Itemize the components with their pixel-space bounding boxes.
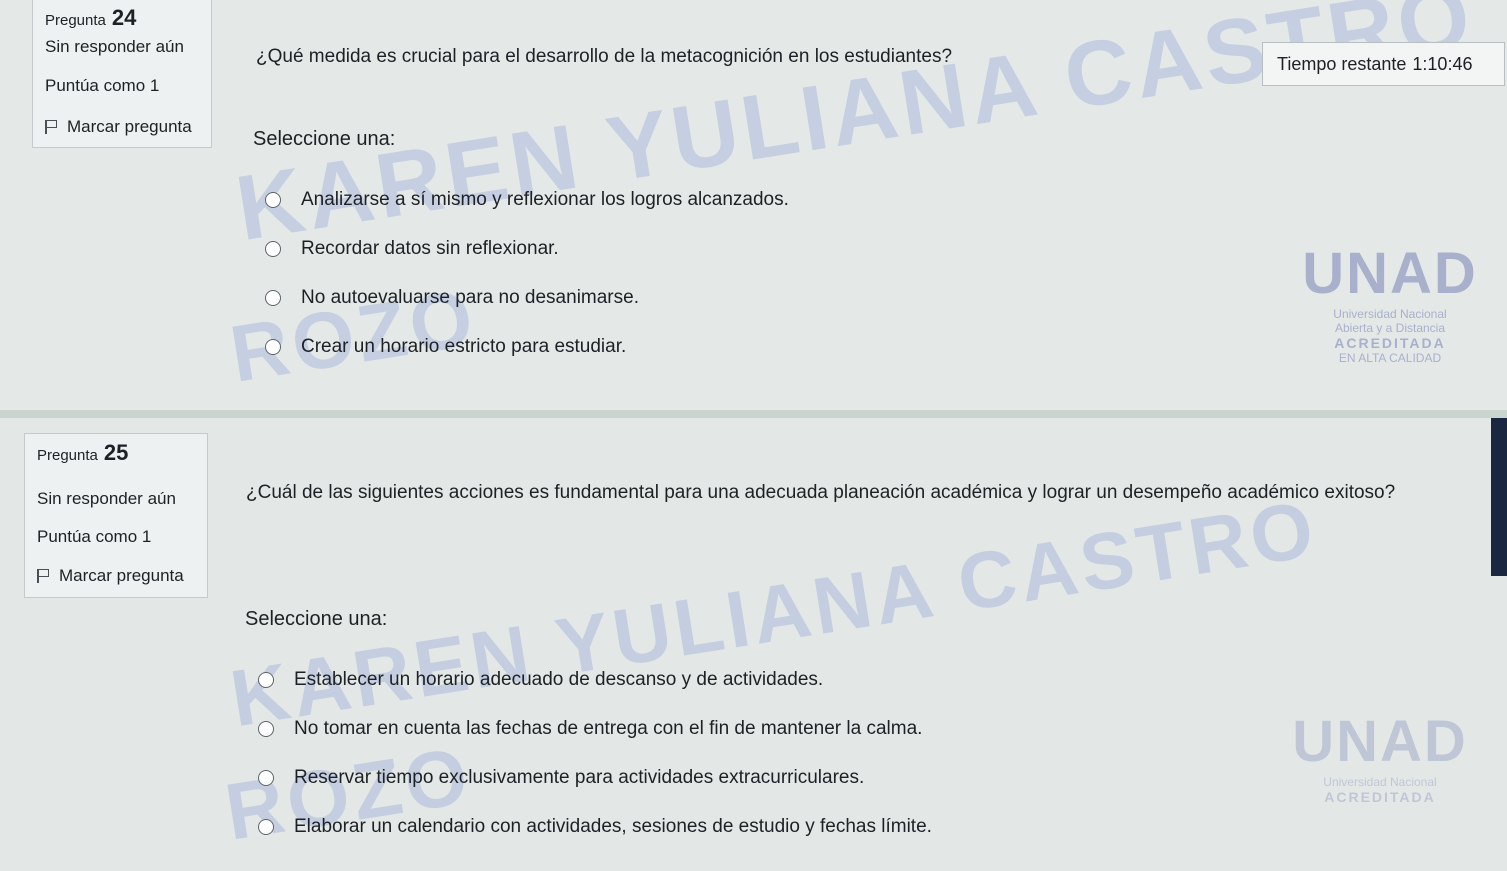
flag-question-button[interactable]: Marcar pregunta <box>37 566 184 586</box>
question-score: Puntúa como 1 <box>45 76 160 95</box>
question-24: KAREN YULIANA CASTRO ROZO Pregunta 24 Sin… <box>0 0 1507 410</box>
time-remaining: Tiempo restante 1:10:46 <box>1262 42 1505 86</box>
question-status: Sin responder aún <box>45 37 184 56</box>
answer-label: Reservar tiempo exclusivamente para acti… <box>294 766 865 788</box>
answer-option-b[interactable]: Recordar datos sin reflexionar. <box>265 224 789 273</box>
question-text: ¿Cuál de las siguientes acciones es fund… <box>246 482 1396 503</box>
radio-button[interactable] <box>265 289 281 306</box>
question-info: Pregunta 24 Sin responder aún Puntúa como… <box>32 0 212 148</box>
select-prompt: Seleccione una: <box>245 608 388 630</box>
radio-button[interactable] <box>258 720 274 737</box>
logo-name: UNAD <box>1292 709 1468 774</box>
flag-icon <box>37 569 51 583</box>
answer-option-a[interactable]: Analizarse a sí mismo y reflexionar los … <box>265 175 789 224</box>
logo-line1: Universidad Nacional <box>1323 775 1437 789</box>
question-25: KAREN YULIANA CASTRO ROZO Pregunta 25 Sin… <box>0 418 1507 871</box>
timer-value: 1:10:46 <box>1412 53 1473 74</box>
question-score: Puntúa como 1 <box>37 527 152 546</box>
answer-label: Recordar datos sin reflexionar. <box>301 237 559 259</box>
logo-line2: Abierta y a Distancia <box>1334 321 1446 335</box>
question-text: ¿Qué medida es crucial para el desarroll… <box>256 46 953 67</box>
radio-button[interactable] <box>265 240 281 257</box>
logo-name: UNAD <box>1302 241 1478 306</box>
logo-line3: ACREDITADA <box>1324 789 1436 805</box>
radio-button[interactable] <box>258 769 274 786</box>
question-number: Pregunta 25 <box>37 440 129 465</box>
question-number: Pregunta 24 <box>45 5 137 30</box>
answer-options: Establecer un horario adecuado de descan… <box>258 655 932 851</box>
logo-line4: EN ALTA CALIDAD <box>1338 351 1442 365</box>
question-divider <box>0 410 1507 418</box>
answer-option-c[interactable]: Reservar tiempo exclusivamente para acti… <box>258 753 932 802</box>
answer-option-b[interactable]: No tomar en cuenta las fechas de entrega… <box>258 704 932 753</box>
unad-logo: UNAD Universidad Nacional ACREDITADA <box>1290 708 1470 805</box>
flag-question-label: Marcar pregunta <box>59 566 184 585</box>
answer-options: Analizarse a sí mismo y reflexionar los … <box>265 175 789 371</box>
answer-label: Elaborar un calendario con actividades, … <box>294 815 932 837</box>
unad-logo: UNAD Universidad Nacional Abierta y a Di… <box>1290 240 1490 365</box>
select-prompt: Seleccione una: <box>253 128 396 150</box>
answer-option-c[interactable]: No autoevaluarse para no desanimarse. <box>265 273 789 322</box>
answer-option-d[interactable]: Crear un horario estricto para estudiar. <box>265 322 789 371</box>
radio-button[interactable] <box>258 818 274 835</box>
answer-label: No autoevaluarse para no desanimarse. <box>301 286 639 308</box>
timer-label: Tiempo restante <box>1277 53 1407 74</box>
flag-question-button[interactable]: Marcar pregunta <box>45 117 192 137</box>
answer-label: Crear un horario estricto para estudiar. <box>301 335 627 357</box>
answer-option-d[interactable]: Elaborar un calendario con actividades, … <box>258 802 932 851</box>
scrollbar[interactable] <box>1491 418 1507 576</box>
question-status: Sin responder aún <box>37 489 176 508</box>
answer-label: Establecer un horario adecuado de descan… <box>294 668 824 690</box>
question-info: Pregunta 25 Sin responder aún Puntúa como… <box>24 433 208 598</box>
flag-icon <box>45 120 59 134</box>
answer-label: No tomar en cuenta las fechas de entrega… <box>294 717 923 739</box>
flag-question-label: Marcar pregunta <box>67 117 192 136</box>
radio-button[interactable] <box>258 671 274 688</box>
answer-option-a[interactable]: Establecer un horario adecuado de descan… <box>258 655 932 704</box>
answer-label: Analizarse a sí mismo y reflexionar los … <box>301 188 789 210</box>
logo-line1: Universidad Nacional <box>1333 307 1447 321</box>
radio-button[interactable] <box>265 191 281 208</box>
logo-line3: ACREDITADA <box>1334 335 1446 351</box>
radio-button[interactable] <box>265 338 281 355</box>
